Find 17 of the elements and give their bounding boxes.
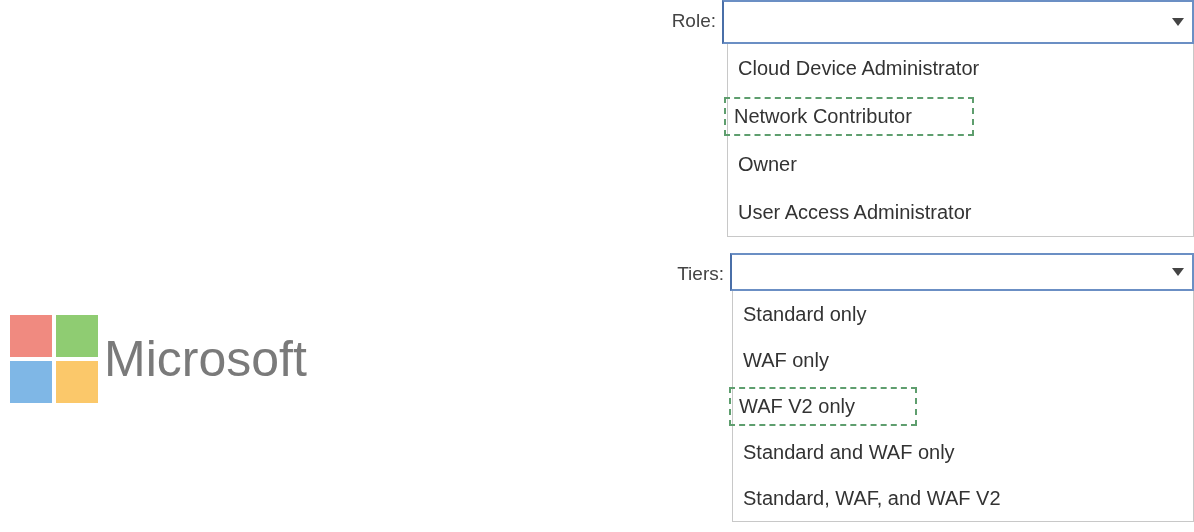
dropdown[interactable] bbox=[730, 253, 1194, 291]
caret-icon bbox=[1172, 268, 1184, 276]
dropdown-option[interactable]: Owner bbox=[728, 144, 807, 184]
field-label: Tiers: bbox=[677, 263, 725, 285]
caret-icon bbox=[1172, 18, 1184, 26]
dropdown-option[interactable]: Cloud Device Administrator bbox=[728, 48, 990, 88]
logo-icon bbox=[10, 315, 98, 403]
dropdown-option[interactable]: User Access Administrator bbox=[728, 192, 982, 232]
dropdown-option[interactable]: Network Contributor bbox=[724, 96, 974, 136]
logo-text: Microsoft bbox=[104, 330, 307, 388]
dropdown[interactable] bbox=[722, 0, 1194, 44]
field-label: Role: bbox=[671, 10, 717, 32]
dropdown-option[interactable]: Standard, WAF, and WAF V2 bbox=[733, 478, 1011, 518]
dropdown-option[interactable]: Standard and WAF only bbox=[733, 432, 965, 472]
dropdown-option[interactable]: Standard only bbox=[733, 294, 877, 334]
dropdown-option[interactable]: WAF only bbox=[733, 340, 839, 380]
dropdown-option[interactable]: WAF V2 only bbox=[729, 386, 917, 426]
